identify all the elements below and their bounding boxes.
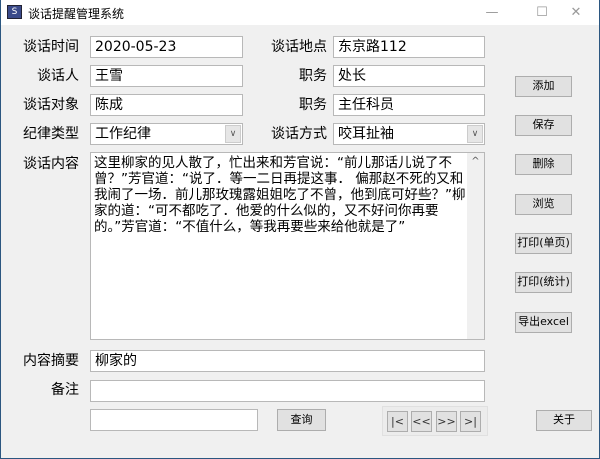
title-bar: S 谈话提醒管理系统 — ☐ ✕ <box>1 0 599 25</box>
discipline-type-label: 纪律类型 <box>23 126 79 142</box>
talker-input[interactable]: 王雪 <box>90 65 243 87</box>
first-record-button[interactable]: |< <box>387 411 408 432</box>
print-stats-button[interactable]: 打印(统计) <box>515 272 572 293</box>
target-label: 谈话对象 <box>23 97 79 113</box>
print-page-button[interactable]: 打印(单页) <box>515 233 572 254</box>
target-post-label: 职务 <box>299 97 327 113</box>
content-textarea[interactable]: 这里柳家的见人散了，忙出来和芳官说：“前儿那话儿说了不曾？”芳官道：“说了．等一… <box>90 152 485 340</box>
prev-record-button[interactable]: << <box>411 411 432 432</box>
summary-input[interactable]: 柳家的 <box>90 350 485 372</box>
talk-method-value: 咬耳扯袖 <box>338 126 394 142</box>
talk-place-label: 谈话地点 <box>271 39 327 55</box>
app-icon: S <box>7 5 22 19</box>
remark-label: 备注 <box>51 382 79 398</box>
about-button[interactable]: 关于 <box>536 410 592 431</box>
summary-label: 内容摘要 <box>23 353 79 369</box>
window-title: 谈话提醒管理系统 <box>28 7 125 21</box>
content-text: 这里柳家的见人散了，忙出来和芳官说：“前儿那话儿说了不曾？”芳官道：“说了．等一… <box>94 155 466 235</box>
talker-post-input[interactable]: 处长 <box>333 65 485 87</box>
talk-time-input[interactable]: 2020-05-23 <box>90 36 243 58</box>
main-window: S 谈话提醒管理系统 — ☐ ✕ 谈话时间 2020-05-23 谈话地点 东京… <box>0 0 600 459</box>
record-navigator: |< << >> >| <box>382 406 488 436</box>
delete-button[interactable]: 删除 <box>515 154 572 175</box>
target-input[interactable]: 陈成 <box>90 94 243 116</box>
next-record-button[interactable]: >> <box>436 411 457 432</box>
discipline-type-value: 工作纪律 <box>95 126 151 142</box>
vertical-scrollbar[interactable]: ^ <box>467 153 484 339</box>
talk-method-label: 谈话方式 <box>271 126 327 142</box>
save-button[interactable]: 保存 <box>515 115 572 136</box>
talker-post-label: 职务 <box>299 68 327 84</box>
target-post-input[interactable]: 主任科员 <box>333 94 485 116</box>
content-label: 谈话内容 <box>23 156 79 172</box>
last-record-button[interactable]: >| <box>460 411 481 432</box>
minimize-button[interactable]: — <box>469 0 515 25</box>
add-button[interactable]: 添加 <box>515 76 572 97</box>
remark-input[interactable] <box>90 380 485 402</box>
export-excel-button[interactable]: 导出excel <box>515 312 572 333</box>
close-button[interactable]: ✕ <box>553 0 599 25</box>
search-button[interactable]: 查询 <box>277 409 326 431</box>
chevron-down-icon[interactable]: ∨ <box>467 125 483 143</box>
talker-label: 谈话人 <box>37 68 79 84</box>
talk-place-input[interactable]: 东京路112 <box>333 36 485 58</box>
browse-button[interactable]: 浏览 <box>515 194 572 215</box>
talk-method-select[interactable]: 咬耳扯袖 ∨ <box>333 123 485 145</box>
scroll-up-icon[interactable]: ^ <box>467 156 484 167</box>
discipline-type-select[interactable]: 工作纪律 ∨ <box>90 123 243 145</box>
search-input[interactable] <box>90 409 258 431</box>
talk-time-label: 谈话时间 <box>23 39 79 55</box>
